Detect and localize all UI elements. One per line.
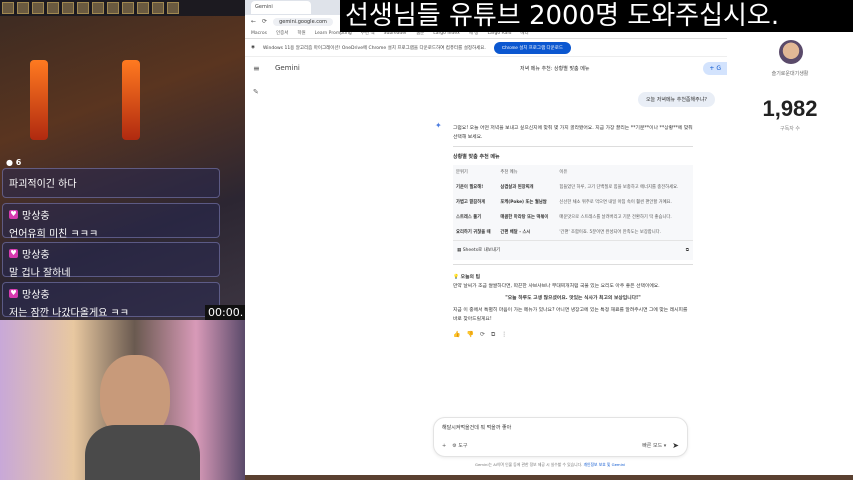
copy-icon[interactable]: ⧉ [491, 330, 495, 339]
table-row: 요리하기 귀찮을 때 간편 배달 - 스시 '간편' 조합이죠. 5분이면 완성되어… [453, 225, 693, 240]
sheets-export-bar: ▦ Sheets로 내보내기 ⧉ [453, 240, 693, 260]
cell: 스트레스 풀기 [456, 215, 482, 220]
mode-label: 빠른 모드 [642, 443, 663, 449]
mode-select[interactable]: 빠른 모드 ▾ [642, 442, 666, 449]
browser-window: Gemini ← ⟳ gemini.google.com Macros 인증서 학원 Le… [245, 0, 727, 475]
copy-icon[interactable]: ⧉ [686, 246, 689, 255]
bookmark[interactable]: 인증서 [276, 30, 288, 36]
tip-title-text: 오늘의 팁 [460, 275, 480, 280]
column-header: 추천 메뉴 [500, 170, 518, 175]
gemini-logo[interactable]: Gemini [275, 64, 300, 72]
reload-icon[interactable]: ⟳ [262, 18, 267, 25]
column-header: 이유 [559, 170, 568, 175]
stream-banner: 선생님들 유튜브 2000명 도와주십시오. [340, 0, 853, 32]
chat-text: 언어유희 미친 ㅋㅋㅋ [9, 229, 99, 240]
thumbs-down-icon[interactable]: 👎 [466, 330, 473, 339]
infobar-text: Windows 11용 알고리즘 마이그레이션! OneDrive에 Chrom… [262, 45, 486, 51]
bookmark[interactable]: Macros [251, 31, 267, 36]
chat-message: 파괴적이긴 하다 [2, 168, 220, 198]
followup-text: 지금 이 중에서 특별히 마음이 가는 메뉴가 있나요? 아니면 냉장고에 있는… [453, 308, 688, 322]
tools-label: 도구 [458, 443, 468, 449]
cell: 간편 배달 - 스시 [500, 230, 531, 235]
chat-user: 망상충 [22, 211, 50, 222]
cell: 매콤한 마라탕 또는 떡볶이 [500, 215, 549, 220]
lava-pillar [30, 60, 48, 140]
gemini-response: 그럼요! 오늘 어떤 저녁을 보내고 싶으신지에 맞춰 몇 가지 골라봤어요. … [453, 124, 693, 339]
prompt-box[interactable]: 해달시켜먹을건데 뭐 먹을까 좋아 + ⚙ 도구 빠른 모드 ▾ ➤ [433, 417, 688, 457]
timer: 00:00. [205, 305, 247, 320]
cell: 신선한 채소 위주로 먹으면 내일 아침 속이 훨씬 편안할 거예요. [559, 200, 672, 205]
cell: 삼겹살과 된장찌개 [500, 185, 534, 190]
chat-message: ♥ 망상충저는 잠깐 나갔다올게요 ㅋㅋ [2, 282, 220, 319]
footer-text: Gemini는 AI이며 인물 등에 관한 정보 제공 시 실수할 수 있습니다… [475, 462, 583, 467]
prompt-input[interactable]: 해달시켜먹을건데 뭐 먹을까 좋아 [442, 424, 679, 431]
heart-icon: ♥ [9, 210, 18, 219]
gemini-header: ≡ Gemini 저녁 메뉴 추천: 상황별 맞춤 메뉴 + G [245, 57, 727, 79]
channel-name: 슬기로운대기생활 [771, 71, 809, 77]
response-actions: 👍 👎 ⟳ ⧉ ⋮ [453, 330, 693, 339]
more-icon[interactable]: ⋮ [501, 330, 507, 339]
cell: 기운이 필요해! [456, 185, 484, 190]
menu-icon[interactable]: ≡ [253, 64, 275, 73]
download-installer-button[interactable]: Chrome 설치 프로그램 다운로드 [493, 41, 572, 54]
table-row: 스트레스 풀기 매콤한 마라탕 또는 떡볶이 매운맛으로 스트레스를 날려버리고 기… [453, 210, 693, 225]
viewer-count: ● 6 [6, 158, 22, 167]
table-row: 가볍고 깔끔하게 포케(Poke) 또는 월남쌈 신선한 채소 위주로 먹으면 내일… [453, 195, 693, 210]
game-toolbar [0, 0, 245, 16]
chat-message: ♥ 망상충말 겁나 잘하네 [2, 242, 220, 279]
tip-text: 만약 날씨가 조금 쌀쌀하다면, 따끈한 샤브샤브나 부대찌개처럼 국물 있는 … [453, 284, 660, 289]
export-sheets-button[interactable]: ▦ Sheets로 내보내기 [457, 246, 500, 255]
streamer-body [85, 425, 200, 480]
cell: 힘들었던 하루, 고기 단백질로 힘을 보충하고 에너지를 충전하세요. [559, 185, 679, 190]
chat-text: 파괴적이긴 하다 [9, 179, 77, 190]
table-title: 상황별 맞춤 추천 메뉴 [453, 154, 500, 160]
url-field[interactable]: gemini.google.com [273, 17, 333, 26]
tip-title: 💡 오늘의 팁 [453, 275, 480, 280]
browser-tab[interactable]: Gemini [251, 1, 311, 14]
regenerate-icon[interactable]: ⟳ [480, 330, 485, 339]
cell: '간편' 조합이죠. 5분이면 완성되어 만족도는 보장합니다. [559, 230, 661, 235]
chat-user: 망상충 [22, 290, 50, 301]
privacy-link[interactable]: 개인정보 보호 및 Gemini [584, 462, 626, 467]
user-message: 오늘 저녁메뉴 추천좀해주냐? [637, 92, 715, 107]
cell: 매운맛으로 스트레스를 날려버리고 기분 전환하기 딱 좋습니다. [559, 215, 672, 220]
send-icon[interactable]: ➤ [672, 441, 679, 450]
chat-user: 망상충 [22, 250, 50, 261]
menu-table: 분위기 추천 메뉴 이유 기운이 필요해! 삼겹살과 된장찌개 힘들었던 하루, 고기 … [453, 165, 693, 240]
cell: 포케(Poke) 또는 월남쌈 [500, 200, 547, 205]
chat-message: ♥ 망상충언어유희 미친 ㅋㅋㅋ [2, 203, 220, 240]
column-header: 분위기 [456, 170, 468, 175]
viewer-count-value: 6 [15, 158, 22, 167]
cell: 요리하기 귀찮을 때 [456, 230, 491, 235]
channel-avatar [779, 40, 803, 64]
chat-title: 저녁 메뉴 추천: 상황별 맞춤 메뉴 [520, 65, 590, 72]
subscriber-label: 구독자 수 [780, 126, 800, 132]
response-intro: 그럼요! 오늘 어떤 저녁을 보내고 싶으신지에 맞춰 몇 가지 골라봤어요. … [453, 126, 693, 140]
add-icon[interactable]: + [442, 443, 446, 449]
tools-button[interactable]: ⚙ 도구 [452, 442, 467, 449]
chat-text: 말 겁나 잘하네 [9, 268, 71, 279]
heart-icon: ♥ [9, 249, 18, 258]
table-row: 기운이 필요해! 삼겹살과 된장찌개 힘들었던 하루, 고기 단백질로 힘을 보충하… [453, 180, 693, 195]
thumbs-up-icon[interactable]: 👍 [453, 330, 460, 339]
footer-disclaimer: Gemini는 AI이며 인물 등에 관한 정보 제공 시 실수할 수 있습니다… [475, 462, 625, 468]
gemini-spark-icon: ✦ [435, 121, 442, 130]
subscriber-count: 1,982 [762, 96, 818, 121]
edit-icon[interactable]: ✎ [253, 88, 259, 96]
bookmark[interactable]: 학원 [297, 30, 305, 36]
subscriber-widget: 슬기로운대기생활 1,982 구독자 수 [727, 30, 853, 475]
export-label: Sheets로 내보내기 [462, 248, 501, 253]
quote: "오늘 하루도 고생 많으셨어요. 맛있는 식사가 최고의 보상입니다!" [505, 296, 641, 301]
heart-icon: ♥ [9, 289, 18, 298]
cell: 가볍고 깔끔하게 [456, 200, 486, 205]
game-strip [245, 475, 853, 480]
chrome-infobar: ◉ Windows 11용 알고리즘 마이그레이션! OneDrive에 Chro… [245, 39, 727, 57]
back-icon[interactable]: ← [251, 18, 256, 25]
chrome-icon: ◉ [251, 45, 255, 50]
chat-text: 저는 잠깐 나갔다올게요 ㅋㅋ [9, 308, 129, 319]
lava-pillar [122, 60, 140, 140]
new-chat-button[interactable]: + G [703, 61, 727, 75]
